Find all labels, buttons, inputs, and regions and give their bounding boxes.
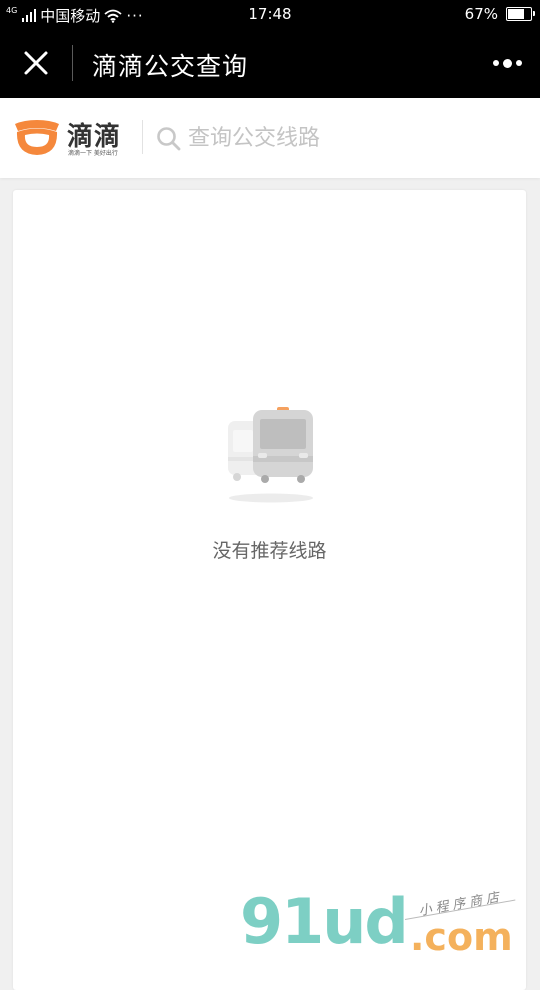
battery-icon <box>506 7 535 21</box>
close-icon[interactable] <box>14 41 58 85</box>
watermark-domain-text: .com <box>410 915 513 959</box>
close-button[interactable] <box>14 41 58 85</box>
brand-slogan: 滴滴一下 美好出行 <box>68 150 118 157</box>
watermark: 91ud .com 小程序商店 <box>240 885 540 960</box>
more-options-button[interactable] <box>484 48 530 78</box>
header-divider <box>142 120 143 154</box>
more-dot-icon <box>492 60 499 66</box>
status-time: 17:48 <box>248 5 292 23</box>
title-divider <box>72 45 73 81</box>
app-header: 滴滴 滴滴一下 美好出行 <box>0 98 540 178</box>
watermark-main-text: 91ud <box>240 885 409 958</box>
title-bar: 滴滴公交查询 <box>0 28 540 98</box>
status-right: 67% <box>464 5 535 23</box>
bus-icon <box>228 407 313 503</box>
status-bar: 4G 中国移动 ··· 17:48 67% <box>0 0 540 28</box>
battery-percentage: 67% <box>464 5 498 23</box>
more-dot-icon <box>502 58 512 68</box>
empty-state-message: 没有推荐线路 <box>212 540 327 562</box>
page-title: 滴滴公交查询 <box>92 52 249 81</box>
didi-logo-icon <box>15 120 59 155</box>
search-input[interactable] <box>188 120 518 156</box>
search-box[interactable] <box>154 120 524 156</box>
content-card: 没有推荐线路 <box>13 190 526 990</box>
search-icon <box>157 127 181 151</box>
more-dot-icon <box>515 60 522 66</box>
